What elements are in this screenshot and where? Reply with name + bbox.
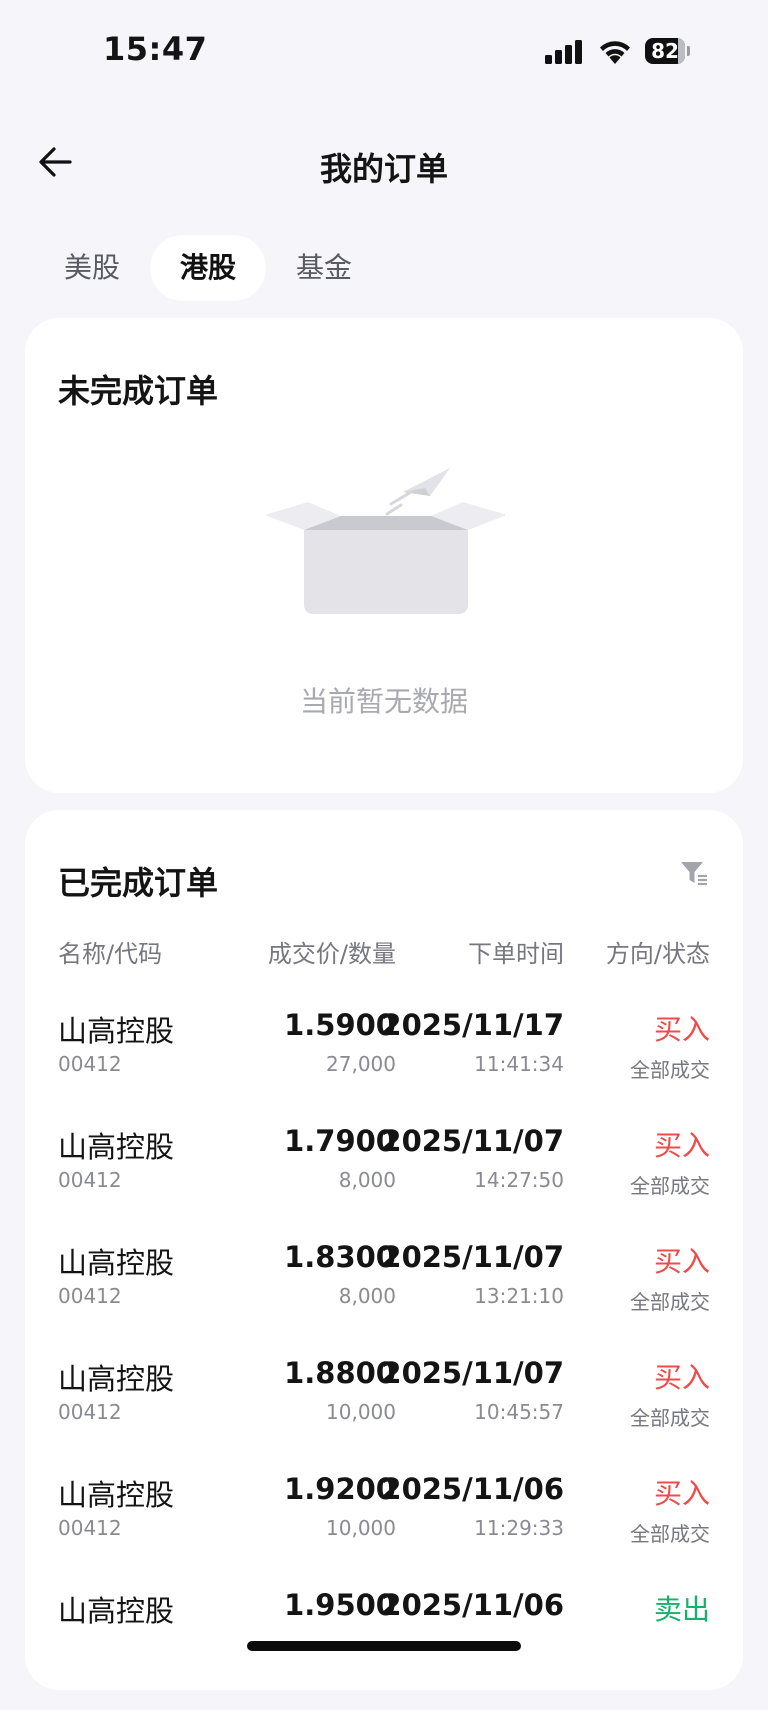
- order-date: 2025/11/17: [381, 1008, 564, 1042]
- fill-price: 1.8300: [284, 1240, 396, 1274]
- stock-name: 山高控股: [58, 1478, 175, 1512]
- column-name-code: 名称/代码: [58, 940, 163, 968]
- pending-orders-title: 未完成订单: [58, 372, 219, 410]
- order-time: 11:29:33: [474, 1516, 564, 1540]
- order-direction: 买入: [653, 1129, 710, 1162]
- fill-quantity: 10,000: [326, 1400, 396, 1424]
- order-time: 13:21:10: [474, 1284, 564, 1308]
- column-order-time: 下单时间: [468, 940, 564, 968]
- stock-name: 山高控股: [58, 1594, 175, 1628]
- fill-price: 1.5900: [284, 1008, 396, 1042]
- stock-name: 山高控股: [58, 1130, 175, 1164]
- order-time: 10:45:57: [474, 1400, 564, 1424]
- tab-hk-stocks[interactable]: 港股: [150, 235, 267, 301]
- order-direction: 买入: [653, 1361, 710, 1394]
- fill-price: 1.9200: [284, 1472, 396, 1506]
- fill-quantity: 27,000: [326, 1052, 396, 1076]
- page-title: 我的订单: [319, 150, 448, 188]
- order-direction: 买入: [653, 1013, 710, 1046]
- status-bar: 15:47 82: [0, 0, 768, 100]
- completed-orders-card: 已完成订单 名称/代码 成交价/数量 下单时间 方向/状态 山高控股 00412…: [25, 810, 743, 1690]
- market-tabs: 美股 港股 基金: [48, 235, 382, 301]
- table-row[interactable]: 山高控股 00412 1.7900 8,000 2025/11/07 14:27…: [58, 1124, 710, 1246]
- fill-quantity: 8,000: [338, 1284, 396, 1308]
- fill-price: 1.9500: [284, 1588, 396, 1622]
- order-status: 全部成交: [630, 1058, 710, 1082]
- stock-name: 山高控股: [58, 1014, 175, 1048]
- table-row[interactable]: 山高控股 00412 1.5900 27,000 2025/11/17 11:4…: [58, 1008, 710, 1130]
- empty-box-icon: [265, 468, 505, 614]
- column-direction-status: 方向/状态: [605, 940, 710, 968]
- column-price-qty: 成交价/数量: [267, 940, 396, 968]
- pending-orders-card: 未完成订单 当前暂无数据: [25, 318, 743, 793]
- order-direction: 卖出: [653, 1593, 710, 1626]
- order-date: 2025/11/06: [381, 1588, 564, 1622]
- table-row[interactable]: 山高控股 00412 1.8800 10,000 2025/11/07 10:4…: [58, 1356, 710, 1478]
- table-header: 名称/代码 成交价/数量 下单时间 方向/状态: [58, 934, 710, 970]
- order-direction: 买入: [653, 1477, 710, 1510]
- fill-quantity: 8,000: [338, 1168, 396, 1192]
- home-indicator: [247, 1641, 521, 1651]
- tab-funds[interactable]: 基金: [266, 235, 382, 301]
- completed-orders-title: 已完成订单: [58, 864, 219, 902]
- stock-code: 00412: [58, 1168, 122, 1192]
- order-date: 2025/11/07: [381, 1356, 564, 1390]
- stock-name: 山高控股: [58, 1246, 175, 1280]
- battery-level: 82: [651, 39, 679, 63]
- fill-price: 1.8800: [284, 1356, 396, 1390]
- status-time: 15:47: [103, 30, 208, 68]
- order-status: 全部成交: [630, 1290, 710, 1314]
- table-row[interactable]: 山高控股 00412 1.8300 8,000 2025/11/07 13:21…: [58, 1240, 710, 1362]
- wifi-icon: [600, 41, 630, 64]
- order-time: 14:27:50: [474, 1168, 564, 1192]
- order-direction: 买入: [653, 1245, 710, 1278]
- stock-code: 00412: [58, 1400, 122, 1424]
- filter-icon[interactable]: [679, 858, 709, 888]
- fill-quantity: 10,000: [326, 1516, 396, 1540]
- order-date: 2025/11/07: [381, 1124, 564, 1158]
- cellular-signal-icon: [545, 40, 585, 64]
- order-status: 全部成交: [630, 1522, 710, 1546]
- table-row[interactable]: 山高控股 00412 1.9200 10,000 2025/11/06 11:2…: [58, 1472, 710, 1594]
- order-date: 2025/11/07: [381, 1240, 564, 1274]
- tab-us-stocks[interactable]: 美股: [48, 235, 150, 301]
- order-date: 2025/11/06: [381, 1472, 564, 1506]
- order-status: 全部成交: [630, 1406, 710, 1430]
- order-status: 全部成交: [630, 1174, 710, 1198]
- fill-price: 1.7900: [284, 1124, 396, 1158]
- battery-icon: 82: [645, 38, 690, 64]
- stock-code: 00412: [58, 1284, 122, 1308]
- header: 我的订单: [0, 130, 768, 200]
- stock-name: 山高控股: [58, 1362, 175, 1396]
- stock-code: 00412: [58, 1516, 122, 1540]
- stock-code: 00412: [58, 1052, 122, 1076]
- empty-state-text: 当前暂无数据: [299, 685, 468, 718]
- order-time: 11:41:34: [474, 1052, 564, 1076]
